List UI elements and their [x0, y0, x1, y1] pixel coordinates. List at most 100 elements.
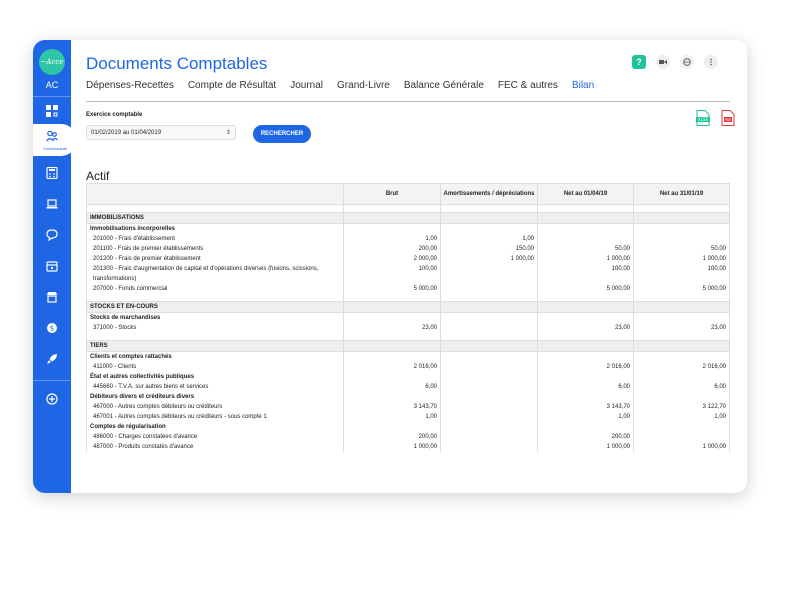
calculator-icon — [46, 167, 58, 179]
table-cell-label: 207000 - Fonds commercial — [86, 284, 344, 294]
table-cell-value: 100,00 — [633, 264, 730, 284]
table-row: 201100 - Frais de premier établissements… — [86, 244, 730, 254]
table-cell-value: 2 000,00 — [343, 254, 441, 264]
table-cell-label: 201000 - Frais d'établissement — [86, 234, 344, 244]
tab-grand-livre[interactable]: Grand-Livre — [337, 80, 390, 91]
table-cell-value — [633, 212, 730, 224]
table-cell-value: 23,00 — [633, 323, 730, 333]
sidebar-item-add[interactable] — [44, 391, 60, 407]
user-initials[interactable]: AC — [33, 80, 71, 90]
table-cell-value: 1 000,00 — [343, 442, 441, 452]
more-button[interactable] — [704, 55, 718, 69]
table-cell-value — [537, 372, 634, 382]
table-cell-value — [537, 301, 634, 313]
table-cell-label: Stocks de marchandises — [86, 312, 344, 323]
table-cell-value: 1,00 — [343, 234, 441, 244]
video-button[interactable] — [656, 55, 670, 69]
table-cell-value — [537, 223, 634, 234]
sidebar-item-shop[interactable] — [44, 289, 60, 305]
table-cell-label: IMMOBILISATIONS — [86, 212, 344, 224]
table-cell-value — [440, 372, 538, 382]
table-cell-value: 5 000,00 — [633, 284, 730, 294]
app-logo[interactable]: ~Acce — [39, 49, 65, 75]
table-cell-label: 411000 - Clients — [86, 362, 344, 372]
sidebar-item-chat[interactable] — [44, 227, 60, 243]
table-row: 467000 - Autres comptes débiteurs ou cré… — [86, 402, 730, 412]
table-cell-value — [343, 312, 441, 323]
settings-button[interactable] — [680, 55, 694, 69]
sidebar-divider — [33, 380, 71, 381]
table-cell-value: 5 000,00 — [537, 284, 634, 294]
table-row: Stocks de marchandises — [86, 312, 730, 323]
search-button[interactable]: RECHERCHER — [253, 125, 311, 143]
tab-compte-de-resultat[interactable]: Compte de Résultat — [188, 80, 276, 91]
tab-fec-autres[interactable]: FEC & autres — [498, 80, 558, 91]
table-cell-value — [537, 392, 634, 402]
table-cell-label: 201200 - Frais de premier établissement — [86, 254, 344, 264]
table-cell-value — [343, 223, 441, 234]
tab-depenses-recettes[interactable]: Dépenses-Recettes — [86, 80, 174, 91]
table-cell-value: 6,00 — [633, 382, 730, 392]
table-cell-label: 371000 - Stocks — [86, 323, 344, 333]
table-cell-value — [633, 340, 730, 352]
sidebar-item-calendar[interactable] — [44, 258, 60, 274]
tabs-divider — [86, 101, 730, 102]
coins-icon: $ — [47, 323, 57, 333]
sidebar-item-calculator[interactable] — [44, 165, 60, 181]
tab-bilan[interactable]: Bilan — [572, 80, 594, 91]
export-xlsx-button[interactable]: XLSX — [696, 110, 710, 126]
table-cell-value — [440, 382, 538, 392]
table-cell-label: Comptes de régularisation — [86, 422, 344, 432]
table-cell-value: 1,00 — [440, 234, 538, 244]
table-cell-value: 6,00 — [343, 382, 441, 392]
table-cell-label: Clients et comptes rattachés — [86, 351, 344, 362]
table-cell-value — [440, 323, 538, 333]
export-pdf-button[interactable]: PDF — [721, 110, 735, 126]
table-cell-value — [633, 422, 730, 432]
section-title: Actif — [86, 169, 110, 183]
table-cell-value — [633, 392, 730, 402]
table-cell-value — [343, 212, 441, 224]
table-cell-label: 445660 - T.V.A. sur autres biens et serv… — [86, 382, 344, 392]
table-cell-value — [440, 212, 538, 224]
table-cell-value: 3 143,70 — [343, 402, 441, 412]
tab-balance-generale[interactable]: Balance Générale — [404, 80, 484, 91]
table-row: 201000 - Frais d'établissement 1,00 1,00 — [86, 234, 730, 244]
table-cell-value: 1,00 — [343, 412, 441, 422]
table-cell-value — [440, 362, 538, 372]
table-header: Brut — [343, 183, 441, 205]
table-cell-value — [440, 264, 538, 284]
table-cell-value: 100,00 — [537, 264, 634, 284]
table-cell-label: Débiteurs divers et créditeurs divers — [86, 392, 344, 402]
table-cell-value — [440, 312, 538, 323]
tab-bar: Dépenses-Recettes Compte de Résultat Jou… — [86, 80, 594, 91]
table-row: Débiteurs divers et créditeurs divers — [86, 392, 730, 402]
exercice-label: Exercice comptable — [86, 112, 143, 118]
sidebar-item-dashboard[interactable] — [44, 103, 60, 119]
table-cell-value: 1 000,00 — [537, 254, 634, 264]
table-cell-value: 50,00 — [537, 244, 634, 254]
table-cell-label: TIERS — [86, 340, 344, 352]
sidebar-item-launch[interactable] — [44, 351, 60, 367]
table-row: 207000 - Fonds commercial 5 000,00 5 000,0… — [86, 284, 730, 294]
tab-journal[interactable]: Journal — [290, 80, 323, 91]
table-cell-value: 150,00 — [440, 244, 538, 254]
table-row: IMMOBILISATIONS — [86, 212, 730, 224]
table-cell-value — [343, 372, 441, 382]
table-cell-label — [86, 333, 344, 341]
table-cell-label: 201100 - Frais de premier établissements — [86, 244, 344, 254]
bilan-table: Brut Amortissements / dépréciations Net … — [86, 183, 730, 452]
table-row: Clients et comptes rattachés — [86, 351, 730, 362]
table-cell-value — [440, 442, 538, 452]
sidebar-item-computer[interactable] — [44, 196, 60, 212]
table-cell-label: État et autres collectivités publiques — [86, 372, 344, 382]
exercice-select[interactable]: 01/02/2019 au 01/04/2019 ⇕ — [86, 125, 236, 140]
table-row: 445660 - T.V.A. sur autres biens et serv… — [86, 382, 730, 392]
table-cell-value: 1,00 — [633, 412, 730, 422]
sidebar-item-finance[interactable]: $ — [44, 320, 60, 336]
help-button[interactable]: ? — [632, 55, 646, 69]
table-cell-value — [440, 223, 538, 234]
table-row — [86, 204, 730, 213]
table-cell-value — [633, 432, 730, 442]
table-cell-value — [633, 294, 730, 302]
